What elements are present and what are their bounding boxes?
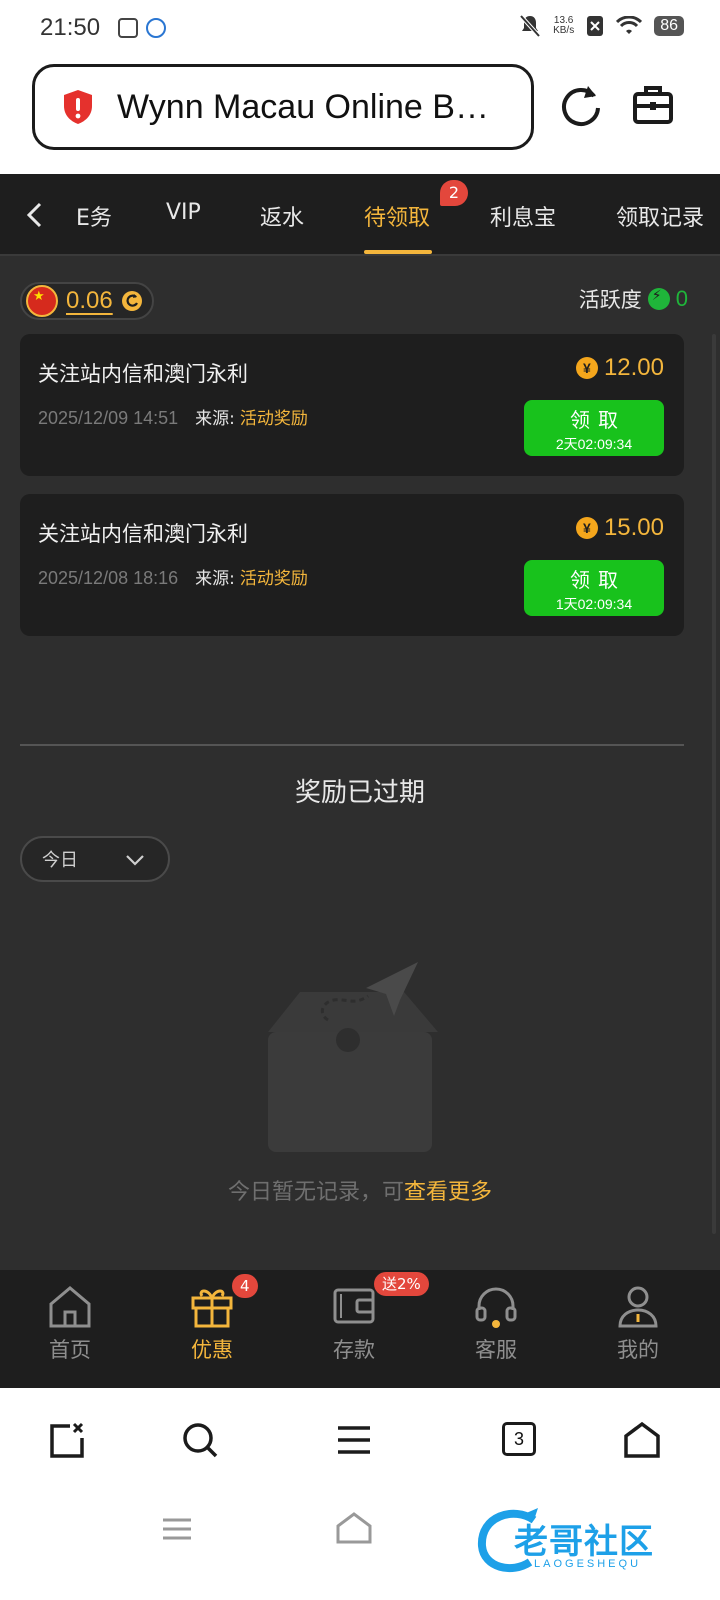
recent-apps-icon[interactable] [160, 1516, 194, 1542]
reward-source-value: 活动奖励 [239, 569, 308, 589]
reward-amount: ¥ 15.00 [575, 514, 664, 542]
wifi-icon [616, 16, 643, 34]
activity-value: 0 [675, 286, 688, 311]
watermark-logo: 老哥社区 LAOGESHEQU [474, 1504, 704, 1584]
reward-meta: 2025/12/08 18:16 来源: 活动奖励 [38, 564, 308, 589]
watermark-text: 老哥社区 [514, 1522, 654, 1562]
menu-icon[interactable] [334, 1420, 374, 1460]
balance-pill: 0.06 [20, 282, 154, 320]
date-filter-value: 今日 [42, 850, 78, 871]
claim-countdown: 1天02:09:34 [555, 596, 633, 612]
view-more-link[interactable]: 查看更多 [404, 1180, 492, 1205]
active-tab-indicator [364, 250, 432, 254]
notification-app-icon [118, 18, 138, 38]
reward-title: 关注站内信和澳门永利 [38, 362, 248, 386]
tab-bar: E务 VIP 返水 待领取 2 利息宝 领取记录 [0, 174, 720, 256]
reward-amount-value: 12.00 [603, 354, 664, 381]
yen-coin-icon: ¥ [575, 517, 598, 539]
reload-icon[interactable] [558, 82, 604, 128]
chevron-down-icon [126, 855, 144, 866]
system-home-icon[interactable] [334, 1510, 374, 1544]
tab-vip[interactable]: VIP [166, 200, 201, 225]
nav-home[interactable]: 首页 [20, 1284, 120, 1364]
reward-datetime: 2025/12/08 18:16 [38, 568, 179, 588]
close-page-icon[interactable] [46, 1420, 86, 1460]
reward-datetime: 2025/12/09 14:51 [38, 408, 179, 428]
reward-amount: ¥ 12.00 [575, 354, 664, 382]
claim-countdown: 2天02:09:34 [555, 436, 633, 452]
claim-button[interactable]: 领取 2天02:09:34 [524, 400, 664, 456]
empty-box-icon [268, 962, 438, 1152]
activity-level: 活跃度 0 [579, 284, 688, 314]
expired-section-title: 奖励已过期 [294, 778, 425, 808]
claim-button[interactable]: 领取 1天02:09:34 [524, 560, 664, 616]
tab-count-button[interactable]: 3 [502, 1422, 536, 1456]
reward-card: 关注站内信和澳门永利 2025/12/09 14:51 来源: 活动奖励 ¥ 1… [20, 334, 684, 476]
china-flag-icon [26, 285, 58, 317]
url-title: Wynn Macau Online B… [117, 87, 489, 126]
reward-card: 关注站内信和澳门永利 2025/12/08 18:16 来源: 活动奖励 ¥ 1… [20, 494, 684, 636]
tab-task[interactable]: E务 [76, 200, 112, 232]
app-bottom-nav: 首页 优惠 4 存款 送2% 客服 我的 [0, 1270, 720, 1388]
yen-coin-icon: ¥ [575, 357, 598, 379]
lightning-icon [647, 288, 670, 310]
section-divider [20, 744, 684, 746]
mute-bell-icon [519, 14, 541, 38]
promotions-badge: 4 [232, 1274, 258, 1298]
battery-indicator: 86 [654, 16, 684, 36]
user-icon [618, 1286, 658, 1328]
nav-deposit[interactable]: 存款 [304, 1284, 404, 1364]
sim-off-icon [587, 16, 604, 36]
tab-claim-history[interactable]: 领取记录 [616, 200, 704, 232]
system-nav-bar: 老哥社区 LAOGESHEQU [0, 1492, 720, 1600]
reward-source-value: 活动奖励 [239, 409, 308, 429]
home-icon [49, 1286, 91, 1328]
reward-source-label: 来源: [195, 409, 235, 429]
reward-title: 关注站内信和澳门永利 [38, 522, 248, 546]
back-arrow-icon[interactable] [20, 200, 50, 230]
notification-browser-icon [146, 18, 166, 38]
watermark-subtext: LAOGESHEQU [534, 1558, 642, 1570]
tab-pending[interactable]: 待领取 [364, 200, 430, 232]
claim-label: 领取 [570, 568, 626, 592]
browser-address-bar: Wynn Macau Online B… [0, 56, 720, 174]
claim-label: 领取 [570, 408, 626, 432]
reward-amount-value: 15.00 [603, 514, 664, 541]
security-warning-icon[interactable] [61, 89, 95, 125]
wallet-icon [333, 1288, 375, 1324]
pending-count-badge: 2 [440, 180, 468, 206]
nav-profile[interactable]: 我的 [588, 1284, 688, 1364]
tab-interest[interactable]: 利息宝 [490, 200, 556, 232]
status-bar: 21:50 13.6 KB/s 86 [0, 0, 720, 56]
deposit-bonus-badge: 送2% [374, 1272, 429, 1296]
toolbox-icon[interactable] [630, 82, 676, 128]
refresh-balance-icon[interactable] [121, 290, 143, 312]
scrollbar[interactable] [712, 334, 716, 1234]
tab-rebate[interactable]: 返水 [260, 200, 304, 232]
url-field[interactable]: Wynn Macau Online B… [32, 64, 534, 150]
date-filter-select[interactable]: 今日 [20, 836, 170, 882]
reward-source-label: 来源: [195, 569, 235, 589]
reward-meta: 2025/12/09 14:51 来源: 活动奖励 [38, 404, 308, 429]
activity-label: 活跃度 [578, 288, 642, 312]
net-speed: 13.6 KB/s [553, 15, 575, 36]
home-icon[interactable] [622, 1420, 662, 1460]
empty-state-text: 今日暂无记录，可查看更多 [227, 1180, 493, 1205]
browser-toolbar: 3 [0, 1388, 720, 1492]
nav-support[interactable]: 客服 [446, 1284, 546, 1364]
balance-value: 0.06 [66, 287, 113, 314]
status-time: 21:50 [40, 14, 101, 41]
headset-icon [475, 1287, 517, 1328]
gift-icon [191, 1289, 233, 1328]
app-content: E务 VIP 返水 待领取 2 利息宝 领取记录 0.06 活跃度 0 关注站内… [0, 174, 720, 1388]
search-icon[interactable] [180, 1420, 220, 1460]
